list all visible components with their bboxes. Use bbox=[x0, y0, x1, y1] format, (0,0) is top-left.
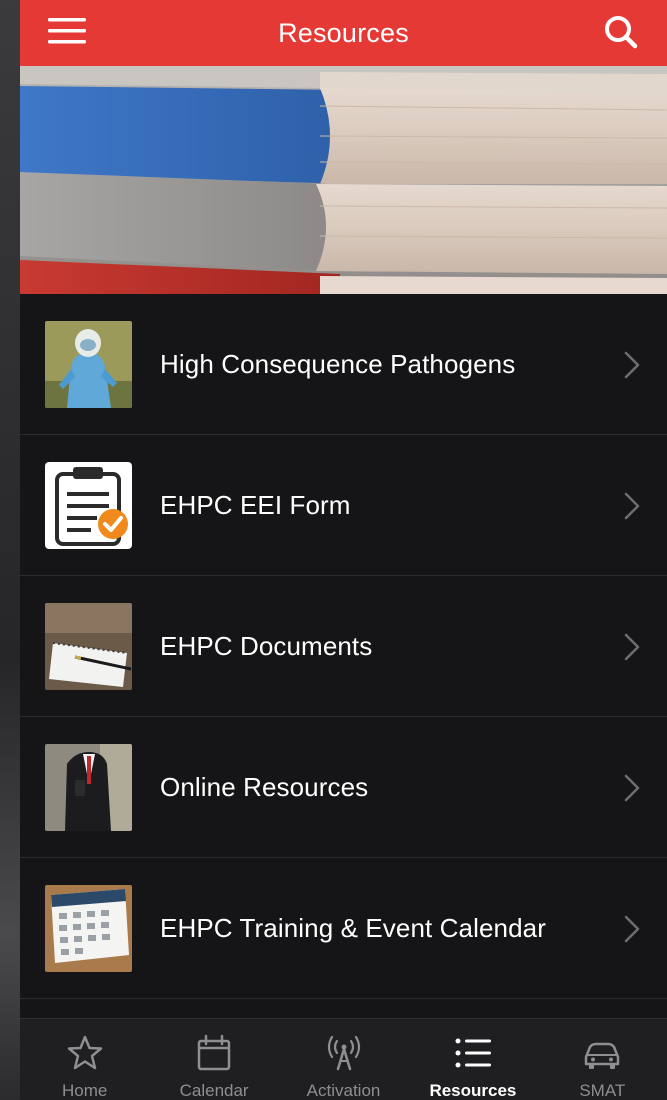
calendar-icon bbox=[197, 1034, 231, 1071]
background-edge bbox=[0, 0, 20, 1100]
tab-calendar[interactable]: Calendar bbox=[149, 1019, 278, 1100]
tab-label: Activation bbox=[306, 1081, 381, 1100]
businessman-phone-thumbnail bbox=[45, 744, 132, 831]
list-item-eei-form[interactable]: EHPC EEI Form bbox=[20, 435, 667, 576]
resource-list: High Consequence Pathogens EHPC EEI Form… bbox=[20, 294, 667, 999]
chevron-right-icon bbox=[624, 774, 640, 802]
tab-resources[interactable]: Resources bbox=[408, 1019, 537, 1100]
tab-home[interactable]: Home bbox=[20, 1019, 149, 1100]
chevron-right-icon bbox=[624, 492, 640, 520]
list-item-label: Online Resources bbox=[160, 771, 369, 802]
list-item-documents[interactable]: EHPC Documents bbox=[20, 576, 667, 717]
menu-button[interactable] bbox=[48, 16, 88, 46]
list-item-training-calendar[interactable]: EHPC Training & Event Calendar bbox=[20, 858, 667, 999]
list-item-label: EHPC EEI Form bbox=[160, 489, 351, 520]
search-icon bbox=[605, 16, 638, 49]
chevron-right-icon bbox=[624, 351, 640, 379]
hamburger-menu-icon bbox=[48, 18, 86, 44]
hazmat-suit-thumbnail bbox=[45, 321, 132, 408]
top-bar: Resources bbox=[20, 0, 667, 66]
list-item-label: High Consequence Pathogens bbox=[160, 348, 516, 379]
tab-label: Home bbox=[62, 1081, 108, 1100]
search-button[interactable] bbox=[601, 12, 641, 52]
car-icon bbox=[585, 1042, 620, 1069]
clipboard-check-thumbnail bbox=[45, 462, 132, 549]
banner-image bbox=[20, 66, 667, 294]
list-item-label: EHPC Training & Event Calendar bbox=[160, 912, 546, 943]
list-icon bbox=[455, 1038, 491, 1068]
tab-label: Resources bbox=[429, 1081, 517, 1100]
notebook-pen-thumbnail bbox=[45, 603, 132, 690]
stacked-books-image bbox=[20, 66, 667, 294]
list-item-label: EHPC Documents bbox=[160, 630, 373, 661]
page-title: Resources bbox=[278, 17, 409, 48]
app-screen: Resources High Consequence Pathogens EHP… bbox=[20, 0, 667, 1100]
chevron-right-icon bbox=[624, 915, 640, 943]
bottom-tab-bar: Home Calendar Activation Resources SMAT bbox=[20, 1018, 667, 1100]
broadcast-icon bbox=[327, 1035, 360, 1071]
chevron-right-icon bbox=[624, 633, 640, 661]
tab-smat[interactable]: SMAT bbox=[538, 1019, 667, 1100]
tab-label: Calendar bbox=[179, 1081, 249, 1100]
desk-calendar-thumbnail bbox=[45, 885, 132, 972]
tab-label: SMAT bbox=[579, 1081, 626, 1100]
tab-activation[interactable]: Activation bbox=[279, 1019, 408, 1100]
list-item-high-consequence-pathogens[interactable]: High Consequence Pathogens bbox=[20, 294, 667, 435]
star-icon bbox=[67, 1035, 102, 1070]
list-item-online-resources[interactable]: Online Resources bbox=[20, 717, 667, 858]
